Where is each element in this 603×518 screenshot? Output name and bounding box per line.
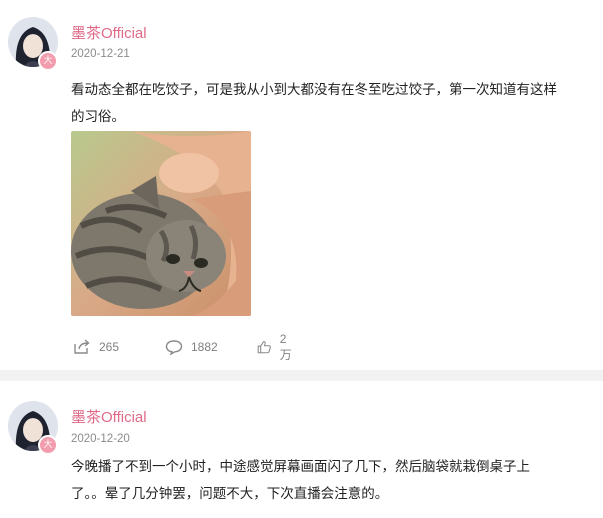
verified-badge: 大 (38, 435, 58, 455)
username[interactable]: 墨茶Official (71, 22, 147, 43)
comment-icon (165, 340, 183, 355)
post-image-kitten[interactable] (71, 131, 251, 316)
post-card: 大 墨茶Official 2020-12-20 今晚播了不到一个小时，中途感觉屏… (0, 381, 603, 518)
post-date[interactable]: 2020-12-21 (71, 48, 130, 60)
comment-button[interactable]: 1882 (165, 337, 218, 357)
comment-count: 1882 (191, 340, 218, 354)
post-date[interactable]: 2020-12-20 (71, 433, 130, 445)
post-text: 看动态全都在吃饺子，可是我从小到大都没有在冬至吃过饺子，第一次知道有这样 的习俗… (71, 82, 557, 125)
like-button[interactable]: 2万 (257, 332, 295, 362)
repost-count: 265 (99, 340, 120, 354)
username[interactable]: 墨茶Official (71, 406, 147, 427)
post-text: 今晚播了不到一个小时，中途感觉屏幕画面闪了几下，然后脑袋就栽倒桌子上 了。。晕了… (71, 459, 530, 502)
verified-badge: 大 (38, 51, 58, 71)
repost-button[interactable]: 265 (73, 337, 119, 357)
like-icon (257, 341, 271, 354)
like-count: 2万 (279, 331, 292, 362)
post-card: 大 墨茶Official 2020-12-21 看动态全都在吃饺子，可是我从小到… (0, 0, 603, 370)
post-divider (0, 370, 603, 381)
repost-icon (74, 339, 90, 354)
